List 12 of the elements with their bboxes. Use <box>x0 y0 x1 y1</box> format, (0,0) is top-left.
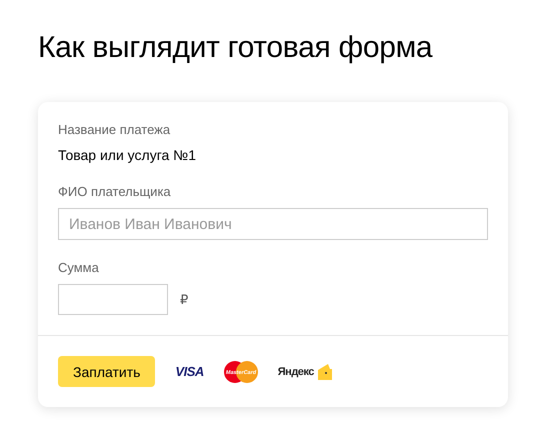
field-label: Сумма <box>58 260 100 276</box>
amount-field[interactable] <box>58 284 168 315</box>
name-field[interactable]: Иванов Иван Иванович <box>58 208 488 240</box>
page-title: Как выглядит готовая форма <box>38 30 434 66</box>
wallet-icon <box>316 362 333 380</box>
yandex-logo: Яндекс <box>278 366 314 378</box>
payment-name: Товар или услуга №1 <box>58 146 197 164</box>
field-label: ФИО плательщика <box>58 184 172 200</box>
field-label: Название платежа <box>58 122 172 138</box>
pay-button[interactable]: Заплатить <box>58 356 156 387</box>
currency-sign: ₽ <box>180 292 188 308</box>
visa-logo: VISA <box>175 364 204 379</box>
